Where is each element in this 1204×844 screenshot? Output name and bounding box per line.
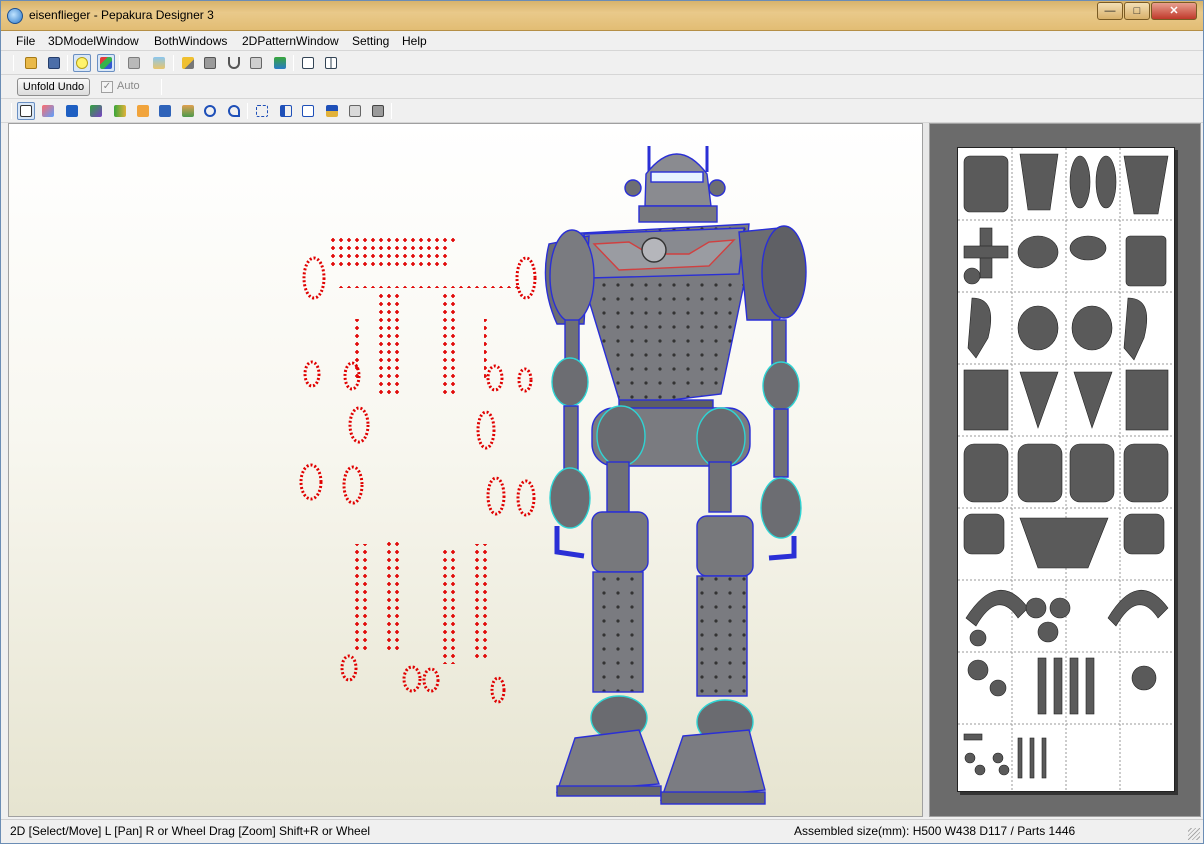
join-icon[interactable] (111, 102, 129, 120)
grid-icon[interactable] (271, 54, 289, 72)
window-title: eisenflieger - Pepakura Designer 3 (29, 8, 214, 22)
flap-icon[interactable] (247, 54, 265, 72)
pattern-canvas[interactable] (958, 148, 1174, 791)
menu-bar: File 3DModelWindow BothWindows 2DPattern… (1, 31, 1203, 51)
print-icon[interactable] (369, 102, 387, 120)
text-icon[interactable] (134, 102, 152, 120)
app-window: eisenflieger - Pepakura Designer 3 — □ ✕… (0, 0, 1204, 844)
toolbar-separator (67, 55, 68, 71)
menu-3dmodelwindow[interactable]: 3DModelWindow (48, 34, 139, 48)
app-icon[interactable] (7, 8, 23, 24)
menu-setting[interactable]: Setting (352, 34, 389, 48)
shaded-cube-icon[interactable] (125, 54, 143, 72)
model-3d-canvas[interactable] (9, 124, 923, 817)
select-arrow-icon[interactable] (17, 102, 35, 120)
status-bar: 2D [Select/Move] L [Pan] R or Wheel Drag… (1, 819, 1203, 843)
toolbar-separator (11, 103, 12, 119)
title-bar[interactable]: eisenflieger - Pepakura Designer 3 — □ ✕ (1, 1, 1203, 31)
select-edge-icon[interactable] (39, 102, 57, 120)
arrange-icon[interactable] (323, 102, 341, 120)
menu-help[interactable]: Help (402, 34, 427, 48)
toolbar-separator (119, 55, 120, 71)
toolbar-separator (161, 79, 162, 95)
undo-icon[interactable] (225, 102, 243, 120)
anchor-icon[interactable] (225, 54, 243, 72)
minimize-button[interactable]: — (1097, 2, 1123, 20)
textured-cube-icon[interactable] (150, 54, 168, 72)
menu-file[interactable]: File (16, 34, 35, 48)
auto-label: Auto (117, 80, 140, 92)
unfold-icon[interactable] (179, 102, 197, 120)
toolbar-separator (13, 55, 14, 71)
edit-toolbar (1, 99, 1203, 123)
toolbar-separator (173, 55, 174, 71)
image-icon[interactable] (156, 102, 174, 120)
unfold-toolbar: Unfold Undo ✓ Auto (1, 75, 1203, 99)
menu-bothwindows[interactable]: BothWindows (154, 34, 227, 48)
single-window-icon[interactable] (299, 54, 317, 72)
maximize-button[interactable]: □ (1124, 2, 1150, 20)
auto-checkbox[interactable]: ✓ (101, 81, 113, 93)
layout-icon[interactable] (277, 102, 295, 120)
rotate-icon[interactable] (201, 102, 219, 120)
save-icon[interactable] (45, 54, 63, 72)
status-assembled-size: Assembled size(mm): H500 W438 D117 / Par… (794, 824, 1076, 838)
close-button[interactable]: ✕ (1151, 2, 1197, 20)
colored-cube-icon[interactable] (97, 54, 115, 72)
paint-icon[interactable] (87, 102, 105, 120)
pattern-sheet[interactable] (957, 147, 1175, 792)
toolbar-separator (391, 103, 392, 119)
status-mode-text: 2D [Select/Move] L [Pan] R or Wheel Drag… (10, 824, 371, 838)
lightbulb-icon[interactable] (73, 54, 91, 72)
robot-model[interactable] (544, 146, 807, 805)
fold-marks (299, 234, 537, 704)
print-preview-icon[interactable] (346, 102, 364, 120)
pencil-icon[interactable] (179, 54, 197, 72)
box-icon[interactable] (201, 54, 219, 72)
model-3d-view[interactable] (8, 123, 923, 817)
frame-icon[interactable] (253, 102, 271, 120)
toolbar-separator (247, 103, 248, 119)
pattern-2d-view[interactable] (929, 123, 1201, 817)
page-number-icon[interactable] (299, 102, 317, 120)
resize-grip[interactable] (1188, 828, 1200, 840)
dual-window-icon[interactable] (322, 54, 340, 72)
main-toolbar (1, 51, 1203, 75)
toolbar-separator (293, 55, 294, 71)
display-icon[interactable] (63, 102, 81, 120)
open-folder-icon[interactable] (22, 54, 40, 72)
menu-2dpatternwindow[interactable]: 2DPatternWindow (242, 34, 339, 48)
unfold-undo-button[interactable]: Unfold Undo (17, 78, 90, 96)
